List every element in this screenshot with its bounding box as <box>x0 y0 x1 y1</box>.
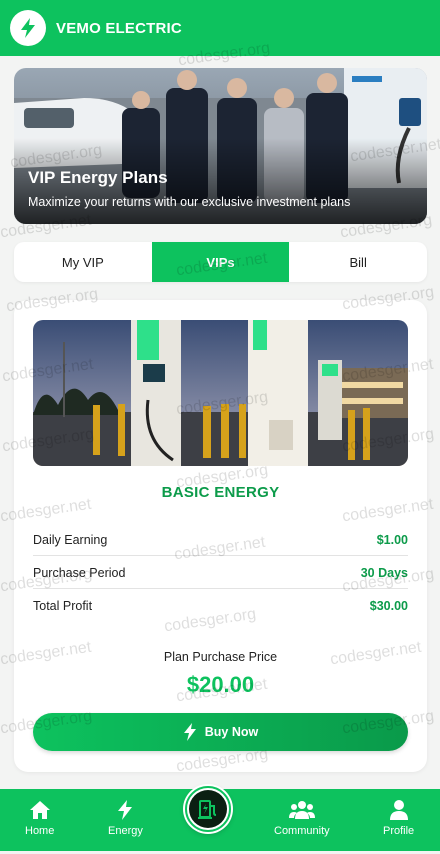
nav-energy-label: Energy <box>108 825 143 837</box>
tab-vips[interactable]: VIPs <box>151 242 290 282</box>
purchase-period-label: Purchase Period <box>33 565 126 580</box>
total-profit-label: Total Profit <box>33 599 93 613</box>
logo[interactable] <box>10 10 46 46</box>
plan-image <box>33 320 408 466</box>
hero-title: VIP Energy Plans <box>28 168 168 187</box>
ev-charger-icon <box>189 790 227 828</box>
total-profit-row: Total Profit $30.00 <box>33 590 408 622</box>
tab-bill[interactable]: Bill <box>289 242 427 282</box>
daily-earning-label: Daily Earning <box>33 532 108 547</box>
users-icon <box>288 799 315 821</box>
nav-profile[interactable]: Profile <box>383 799 414 837</box>
plan-price: $20.00 <box>186 672 255 697</box>
plan-tabs: My VIP VIPs Bill <box>14 242 427 282</box>
tab-my-vip[interactable]: My VIP <box>14 242 152 282</box>
daily-earning-value: $1.00 <box>376 532 408 547</box>
user-icon <box>389 799 408 821</box>
app-header: VEMO ELECTRIC <box>0 0 440 56</box>
purchase-period-value: 30 Days <box>360 565 408 580</box>
nav-home-label: Home <box>25 825 55 837</box>
nav-home[interactable]: Home <box>25 799 54 837</box>
plan-name: BASIC ENERGY <box>161 484 280 501</box>
nav-profile-label: Profile <box>383 825 415 837</box>
bolt-icon <box>21 18 35 38</box>
plan-card: BASIC ENERGY Daily Earning $1.00 Purchas… <box>14 300 427 772</box>
hero-banner: VIP Energy Plans Maximize your returns w… <box>14 68 427 224</box>
hero-subtitle: Maximize your returns with our exclusive… <box>28 195 351 209</box>
home-icon <box>29 799 51 821</box>
nav-community-label: Community <box>274 825 330 837</box>
app-title: VEMO ELECTRIC <box>56 19 182 37</box>
charging-station-image <box>33 320 408 466</box>
bolt-icon <box>183 723 196 741</box>
nav-community[interactable]: Community <box>274 799 330 837</box>
price-label: Plan Purchase Price <box>163 650 278 664</box>
purchase-period-row: Purchase Period 30 Days <box>33 557 408 589</box>
buy-now-label: Buy Now <box>204 725 259 739</box>
daily-earning-row: Daily Earning $1.00 <box>33 524 408 556</box>
buy-now-button[interactable]: Buy Now <box>33 713 408 751</box>
bolt-icon <box>117 799 133 821</box>
total-profit-value: $30.00 <box>369 599 408 613</box>
nav-energy[interactable]: Energy <box>108 799 143 837</box>
center-charge-button[interactable] <box>185 786 231 832</box>
